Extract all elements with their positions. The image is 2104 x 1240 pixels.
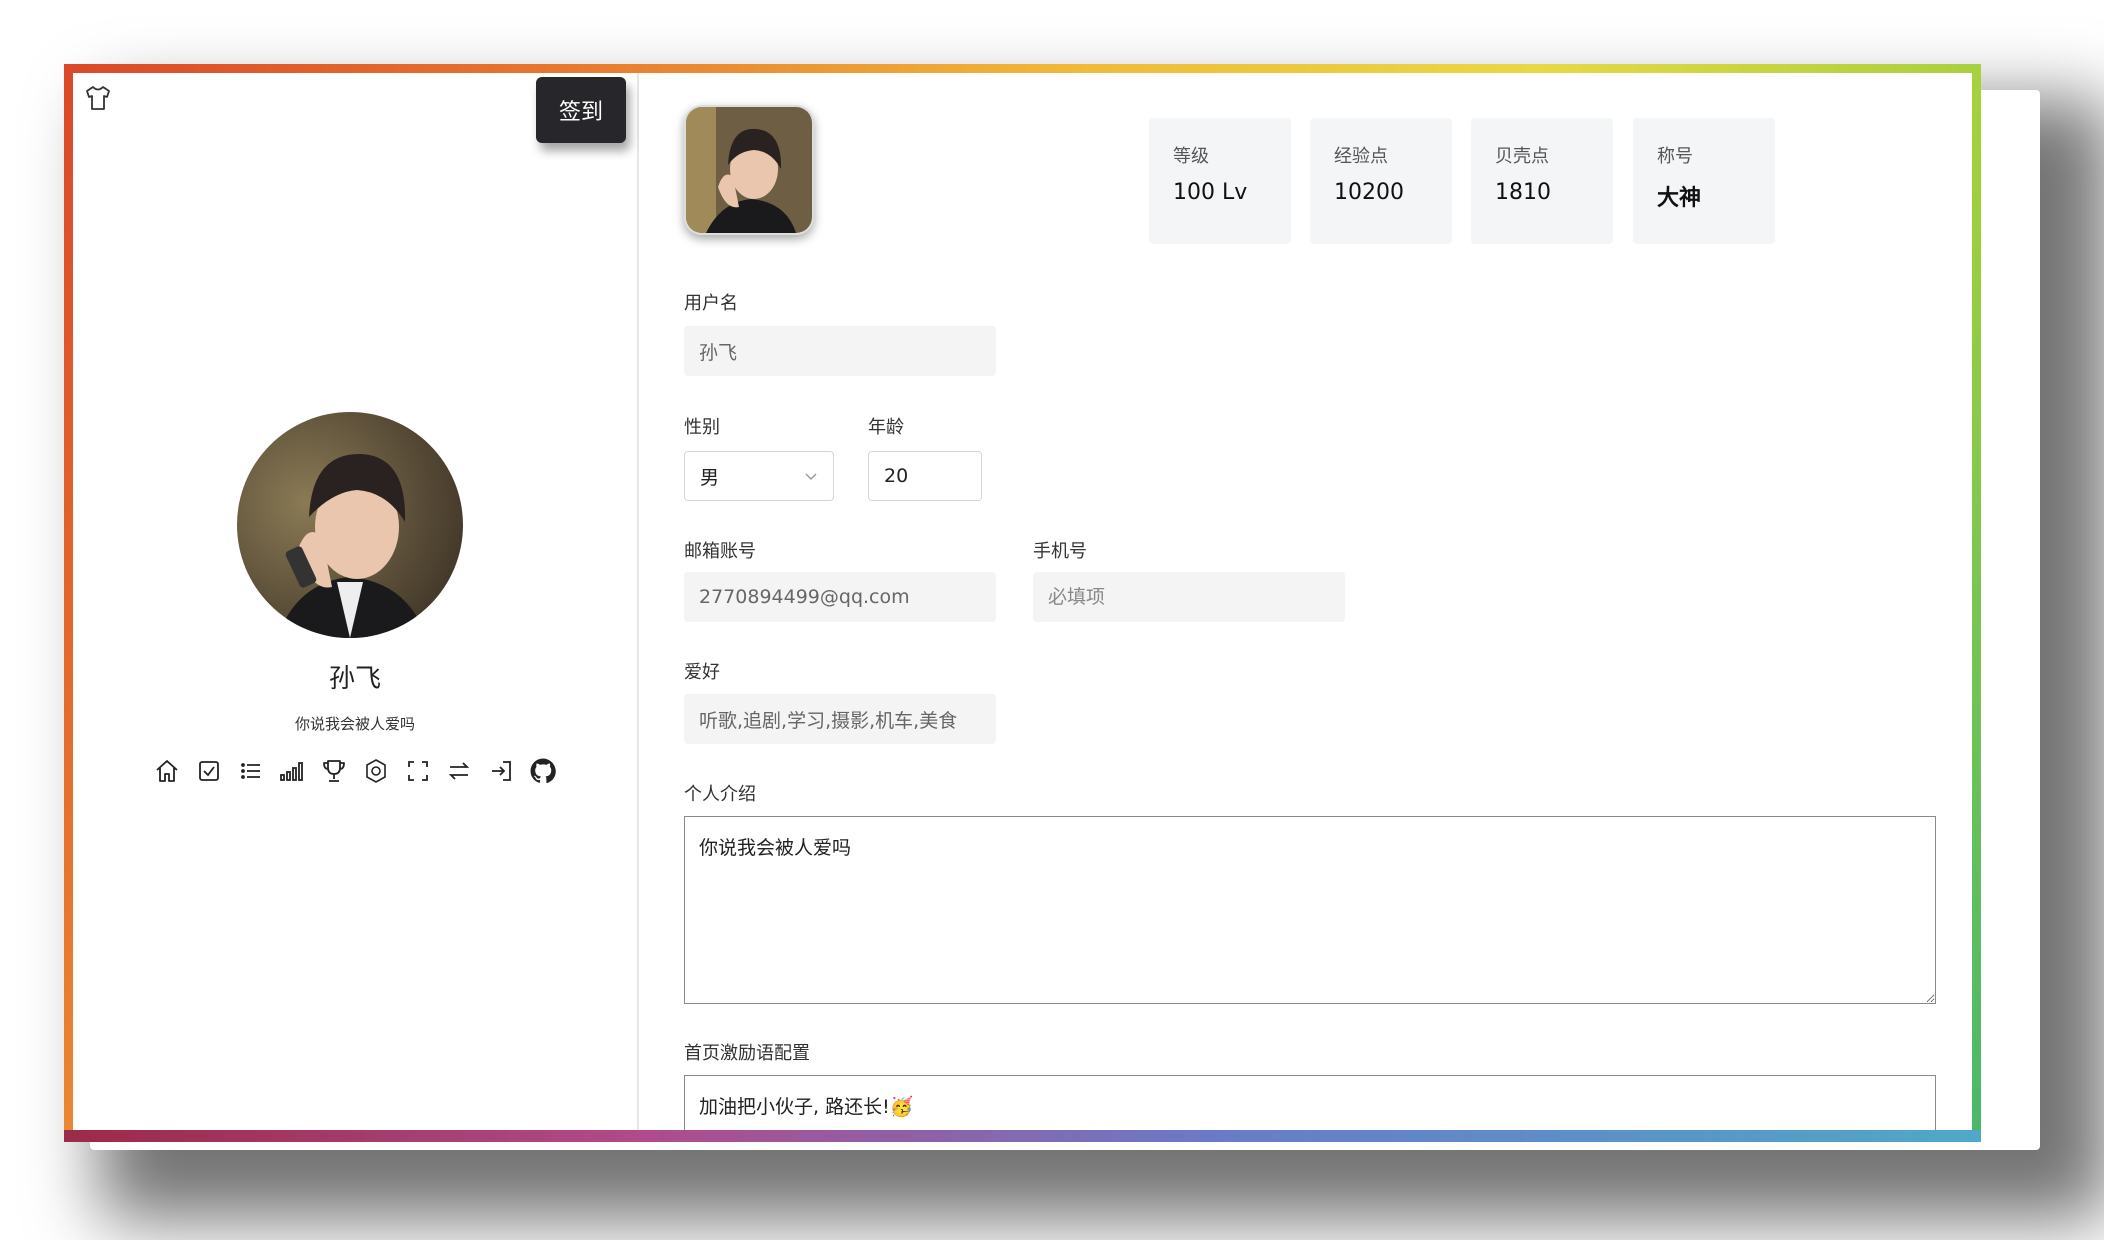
stat-label: 称号: [1657, 146, 1693, 167]
signal-bars-icon[interactable]: [278, 757, 306, 785]
gender-value: 男: [700, 466, 720, 489]
avatar: [237, 412, 463, 638]
tshirt-icon[interactable]: [83, 83, 113, 113]
avatar-upload[interactable]: [684, 105, 814, 235]
gender-select[interactable]: 男: [684, 451, 834, 501]
chevron-down-icon: [804, 465, 818, 487]
profile-name: 孙飞: [328, 664, 381, 694]
settings-cube-icon[interactable]: [362, 757, 390, 785]
hobby-input[interactable]: [684, 694, 996, 744]
github-icon[interactable]: [529, 757, 557, 785]
email-input[interactable]: [684, 572, 996, 622]
intro-label: 个人介绍: [684, 784, 756, 805]
phone-input[interactable]: [1033, 572, 1345, 622]
username-label: 用户名: [684, 293, 738, 314]
stat-card-level: 等级 100 Lv: [1149, 118, 1291, 244]
slogan-text: 加油把小伙子, 路还长!🥳: [699, 1096, 914, 1118]
age-input[interactable]: [868, 451, 982, 501]
phone-label: 手机号: [1033, 541, 1087, 562]
stat-label: 等级: [1173, 146, 1209, 167]
stat-value: 1810: [1495, 180, 1551, 205]
window-frame: 签到 孙飞 你说我会被人爱吗 等级 100 Lv 经验点 10200 贝壳点 1…: [64, 64, 1981, 1142]
stat-value: 100 Lv: [1173, 180, 1248, 205]
stat-value: 大神: [1657, 186, 1702, 211]
intro-textarea[interactable]: 你说我会被人爱吗: [684, 816, 1936, 1004]
stat-label: 经验点: [1334, 146, 1388, 167]
stat-value: 10200: [1334, 180, 1404, 205]
profile-window: 签到 孙飞 你说我会被人爱吗 等级 100 Lv 经验点 10200 贝壳点 1…: [73, 73, 1972, 1133]
gender-label: 性别: [684, 417, 720, 438]
email-label: 邮箱账号: [684, 541, 756, 562]
profile-form-panel: 等级 100 Lv 经验点 10200 贝壳点 1810 称号 大神 用户名 性…: [639, 73, 1972, 1133]
login-icon[interactable]: [487, 757, 515, 785]
profile-motto: 你说我会被人爱吗: [294, 715, 415, 733]
age-label: 年龄: [868, 417, 904, 438]
home-icon[interactable]: [153, 757, 181, 785]
hobby-label: 爱好: [684, 662, 720, 683]
fullscreen-icon[interactable]: [404, 757, 432, 785]
list-icon[interactable]: [237, 757, 265, 785]
username-input[interactable]: [684, 326, 996, 376]
profile-sidebar: 签到 孙飞 你说我会被人爱吗: [73, 73, 639, 1133]
checkin-button[interactable]: 签到: [536, 77, 626, 143]
switch-arrows-icon[interactable]: [445, 757, 473, 785]
stat-card-title: 称号 大神: [1633, 118, 1775, 244]
stat-label: 贝壳点: [1495, 146, 1549, 167]
quick-nav-icons: [153, 753, 557, 789]
checkbox-icon[interactable]: [195, 757, 223, 785]
trophy-icon[interactable]: [320, 757, 348, 785]
slogan-label: 首页激励语配置: [684, 1043, 810, 1064]
slogan-textarea[interactable]: 加油把小伙子, 路还长!🥳: [684, 1075, 1936, 1133]
stat-card-experience: 经验点 10200: [1310, 118, 1452, 244]
stat-card-shells: 贝壳点 1810: [1471, 118, 1613, 244]
